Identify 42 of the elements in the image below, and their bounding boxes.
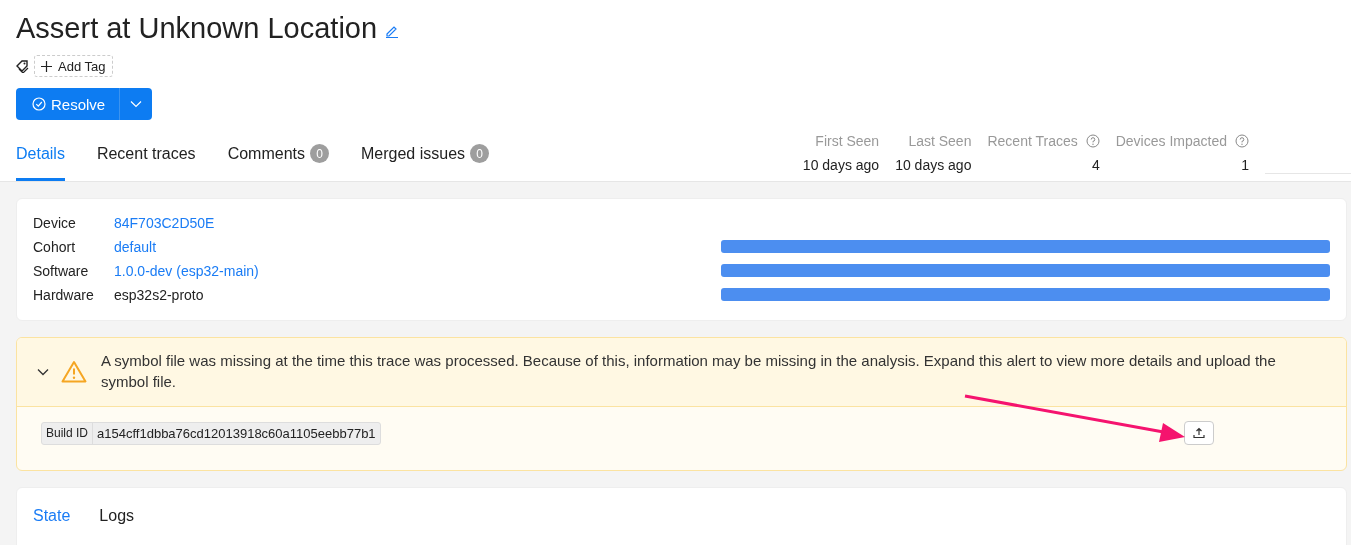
- field-label: Device: [33, 214, 77, 231]
- field-value: esp32s2-proto: [114, 286, 205, 303]
- tab[interactable]: Merged issues 0: [361, 135, 490, 181]
- tab[interactable]: Logs: [99, 507, 135, 525]
- stat-label: First Seen: [815, 133, 880, 149]
- dropdown-button[interactable]: [120, 88, 153, 120]
- stat-label: Last Seen: [908, 133, 972, 149]
- edit-icon[interactable]: [385, 24, 400, 38]
- upload-icon: [1193, 427, 1205, 439]
- chip-value: a154cff1dbba76cd12013918c60a1105eebb77b1: [96, 425, 377, 441]
- add-tag-button[interactable]: Add Tag: [34, 55, 114, 77]
- field-link[interactable]: 1.0.0-dev (esp32-main): [114, 262, 414, 279]
- check-circle-icon: [32, 97, 46, 111]
- resolve-button[interactable]: Resolve: [16, 88, 121, 120]
- field-label: Cohort: [33, 238, 77, 255]
- tab[interactable]: Details: [16, 135, 65, 181]
- chevron-down-icon: [130, 100, 143, 108]
- field-label: Hardware: [33, 286, 95, 303]
- field-label: Software: [33, 262, 90, 279]
- field-link[interactable]: 84F703C2D50E: [114, 214, 414, 231]
- tab[interactable]: Recent traces: [96, 135, 196, 181]
- stat-label: Devices Impacted: [1115, 133, 1227, 149]
- stat-value: 4: [1091, 157, 1100, 173]
- alert-message: A symbol file was missing at the time this trace was processed. Because of this, information may be missing in the analysis. Expand this alert to view more details and upload the symbol file.: [101, 351, 1277, 392]
- stat-label: Recent Traces: [987, 133, 1078, 149]
- chip-label: Build ID: [42, 422, 94, 444]
- count-badge: 0: [310, 144, 329, 163]
- stat-value: 10 days ago: [802, 157, 880, 173]
- count-badge: 0: [470, 144, 490, 163]
- tab[interactable]: State: [33, 507, 71, 525]
- plus-icon: [41, 60, 52, 72]
- stat-value: 10 days ago: [895, 157, 972, 173]
- page-title: Assert at Unknown Location: [16, 11, 378, 46]
- help-icon[interactable]: [1085, 134, 1100, 148]
- chevron-down-icon[interactable]: [37, 368, 49, 376]
- tag-icon: [16, 59, 29, 73]
- upload-button[interactable]: [1184, 421, 1214, 445]
- stat-value: 1: [1241, 157, 1249, 173]
- field-link[interactable]: default: [114, 238, 414, 255]
- tab[interactable]: Comments 0: [227, 135, 329, 181]
- warning-icon: [61, 360, 87, 383]
- help-icon[interactable]: [1235, 134, 1249, 148]
